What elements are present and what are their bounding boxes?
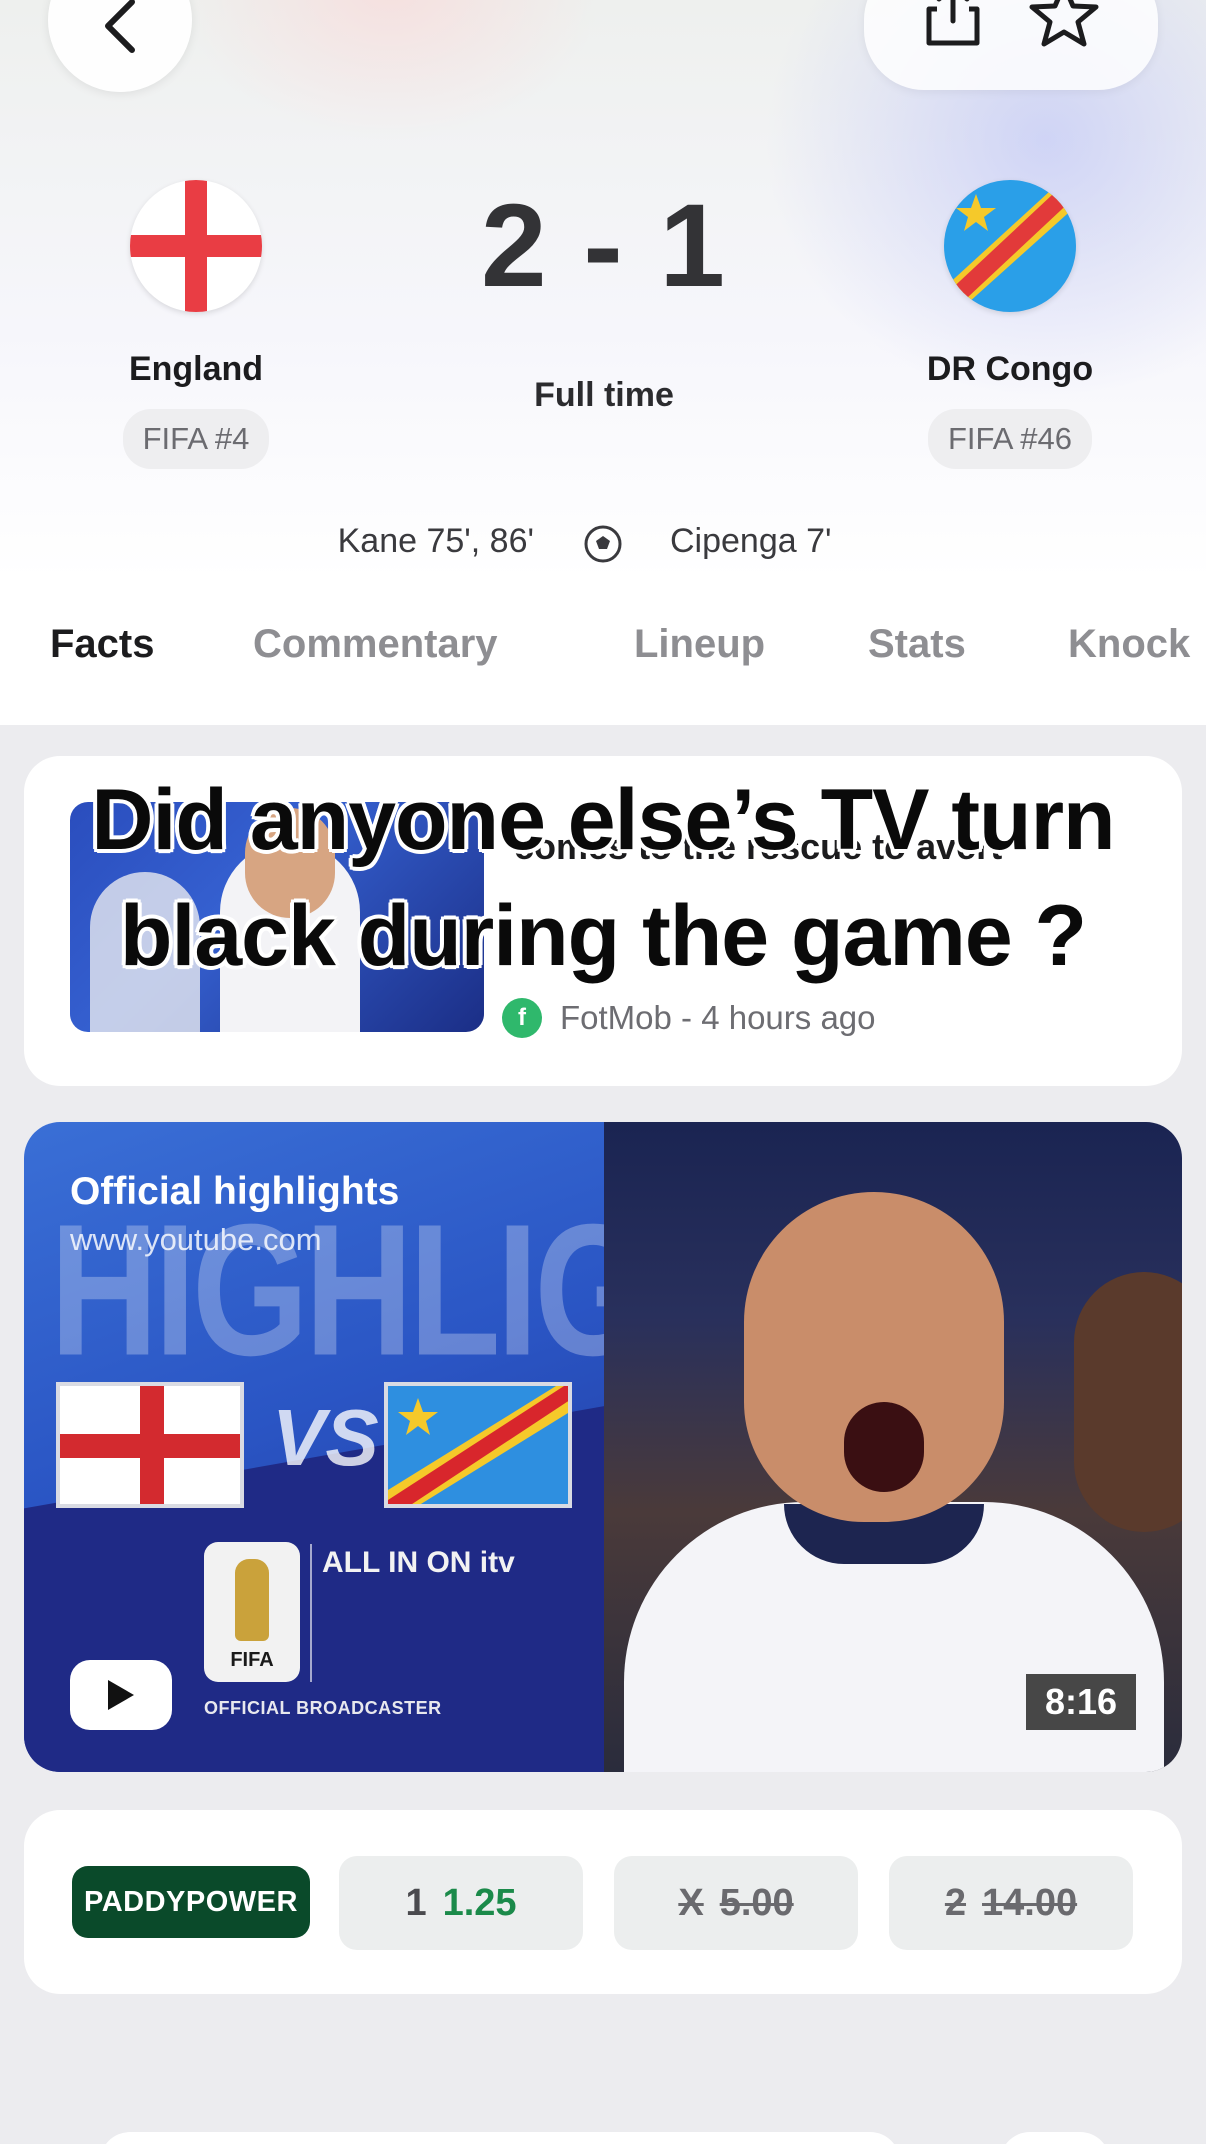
- odds-draw-button[interactable]: X 5.00: [614, 1856, 858, 1950]
- home-scorers: Kane 75', 86': [337, 522, 534, 560]
- back-icon: [105, 0, 135, 53]
- bottom-action-button[interactable]: [1000, 2132, 1110, 2144]
- odds-home-value: 1.25: [442, 1881, 517, 1924]
- drc-crest: [944, 180, 1076, 312]
- tab-lineup[interactable]: Lineup: [634, 622, 765, 667]
- odds-home-button[interactable]: 1 1.25: [339, 1856, 583, 1950]
- away-team-rank: FIFA #46: [927, 409, 1093, 469]
- odds-card: PADDYPOWER 1 1.25 X 5.00 2 14.00: [24, 1810, 1182, 1994]
- news-source-text: FotMob - 4 hours ago: [560, 999, 876, 1036]
- youtube-play-button[interactable]: [70, 1660, 172, 1730]
- fotmob-icon: f: [502, 998, 542, 1038]
- fifa-label: FIFA: [230, 1649, 274, 1671]
- home-team[interactable]: England FIFA #4: [66, 180, 326, 469]
- star-icon: [1029, 0, 1099, 47]
- highlights-video-card[interactable]: HIGHLIGHTS VS Official highlights www.yo…: [24, 1122, 1182, 1772]
- youtube-play-icon: [108, 1680, 134, 1710]
- away-team[interactable]: DR Congo FIFA #46: [880, 180, 1140, 469]
- brand-divider: [310, 1544, 312, 1682]
- england-crest: [130, 180, 262, 312]
- share-icon: [926, 0, 980, 46]
- tab-stats[interactable]: Stats: [868, 622, 966, 667]
- tab-commentary[interactable]: Commentary: [253, 622, 498, 667]
- fifa-world-cup-logo: FIFA: [204, 1542, 300, 1682]
- odds-home-label: 1: [405, 1881, 427, 1924]
- vs-text: VS: [272, 1393, 379, 1482]
- england-flag: [56, 1382, 244, 1508]
- home-team-name: England: [128, 350, 264, 388]
- odds-away-label: 2: [944, 1881, 967, 1924]
- odds-draw-label: X: [678, 1881, 704, 1924]
- video-title: Official highlights: [70, 1170, 400, 1213]
- video-url: www.youtube.com: [70, 1222, 322, 1257]
- tab-knockout[interactable]: Knock: [1068, 622, 1190, 667]
- favorite-button[interactable]: [1029, 0, 1099, 52]
- thumbnail-highlights-text: HIGHLIGHTS: [50, 1184, 604, 1395]
- away-scorers: Cipenga 7': [670, 522, 832, 560]
- header-actions: [864, 0, 1158, 90]
- match-status: Full time: [534, 376, 674, 414]
- drc-flag: [384, 1382, 572, 1508]
- football-icon: [584, 525, 622, 563]
- overlay-caption: Did anyone else’s TV turn black during t…: [91, 772, 1115, 984]
- tab-facts[interactable]: Facts: [50, 622, 155, 667]
- home-team-rank: FIFA #4: [122, 409, 270, 469]
- bookmaker-logo[interactable]: PADDYPOWER: [72, 1866, 310, 1938]
- itv-logo: ALL IN ON itv: [322, 1546, 515, 1579]
- goal-scorers: Kane 75', 86' Cipenga 7': [0, 522, 1206, 570]
- odds-away-button[interactable]: 2 14.00: [889, 1856, 1133, 1950]
- away-team-name: DR Congo: [926, 350, 1094, 388]
- share-button[interactable]: [923, 0, 983, 52]
- bottom-bar[interactable]: [100, 2132, 900, 2144]
- official-broadcaster-label: OFFICIAL BROADCASTER: [204, 1698, 442, 1718]
- news-source: f FotMob - 4 hours ago: [502, 998, 876, 1038]
- match-score: 2 - 1: [480, 180, 728, 312]
- odds-draw-value: 5.00: [719, 1881, 794, 1924]
- video-duration: 8:16: [1026, 1674, 1136, 1730]
- odds-away-value: 14.00: [982, 1881, 1078, 1924]
- match-tabs: Facts Commentary Lineup Stats Knock: [0, 622, 1206, 682]
